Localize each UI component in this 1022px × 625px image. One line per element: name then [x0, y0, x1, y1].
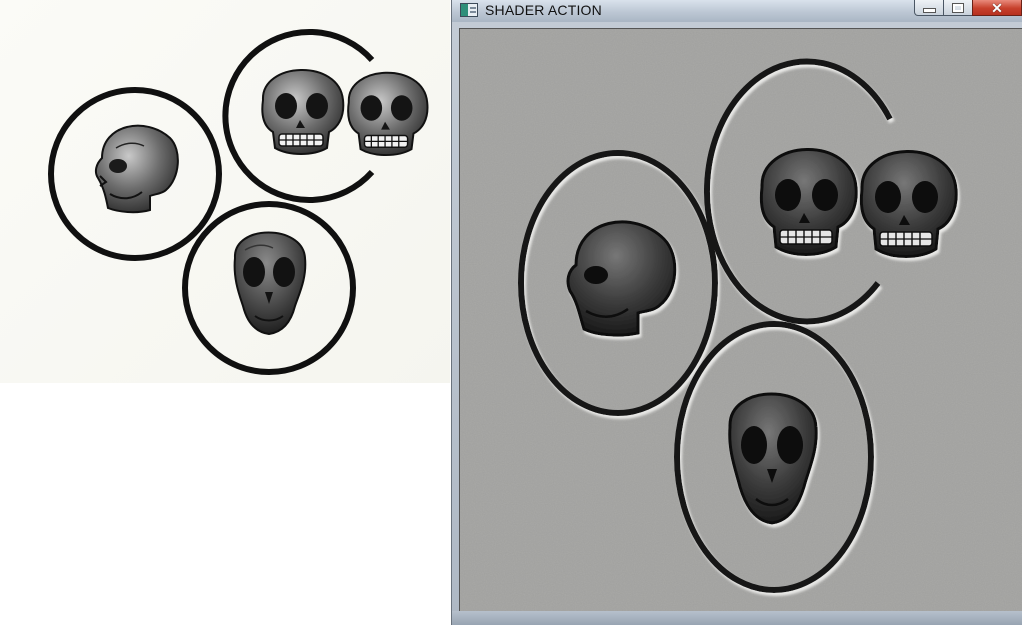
skull-icon — [347, 71, 429, 157]
close-icon: ✕ — [991, 0, 1003, 16]
minimize-button[interactable] — [914, 0, 944, 16]
skull-icon — [94, 124, 179, 214]
reference-artwork-canvas — [48, 29, 429, 375]
embossed-render-canvas — [460, 29, 1022, 611]
skull-icon — [233, 231, 307, 335]
maximize-icon — [952, 2, 964, 13]
title-bar[interactable]: SHADER ACTION ✕ — [452, 0, 1022, 22]
window-title: SHADER ACTION — [485, 2, 602, 18]
shader-render-viewport — [459, 28, 1022, 611]
desktop: SHADER ACTION ✕ — [0, 0, 1022, 625]
skull-icon — [261, 68, 345, 155]
reference-artwork — [0, 0, 450, 383]
app-window-icon[interactable] — [460, 3, 478, 17]
maximize-button[interactable] — [943, 0, 973, 16]
minimize-icon — [922, 8, 936, 13]
shader-window: SHADER ACTION ✕ — [452, 0, 1022, 625]
close-button[interactable]: ✕ — [972, 0, 1022, 16]
window-bottom-border[interactable] — [452, 611, 1022, 625]
